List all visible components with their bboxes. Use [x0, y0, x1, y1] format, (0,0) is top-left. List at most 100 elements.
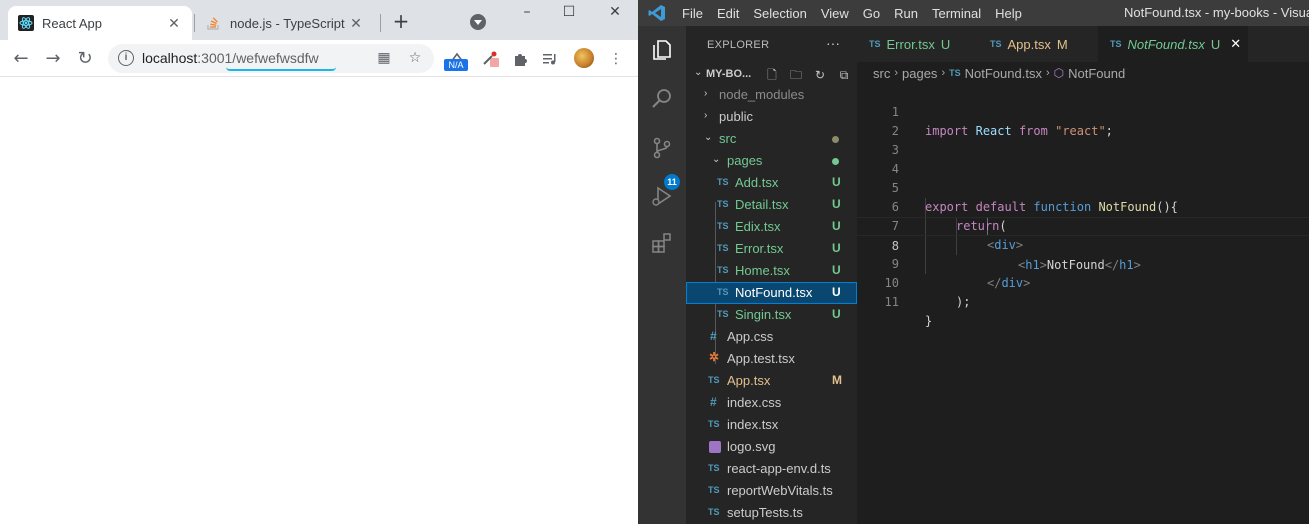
root-folder-name: MY-BO... — [706, 68, 752, 80]
tree-item-add[interactable]: TS Add.tsx U — [686, 172, 857, 194]
tree-item-setup-tests[interactable]: TS setupTests.ts — [686, 502, 857, 524]
media-queue-icon[interactable] — [539, 48, 561, 70]
tree-item-home[interactable]: TS Home.tsx U — [686, 260, 857, 282]
tree-item-report-web-vitals[interactable]: TS reportWebVitals.ts — [686, 480, 857, 502]
tab-search-icon[interactable] — [470, 14, 486, 30]
typescript-file-icon: TS — [717, 177, 729, 187]
qr-code-icon[interactable]: ▦ — [376, 50, 392, 66]
tree-item-index-tsx[interactable]: TS index.tsx — [686, 414, 857, 436]
code-line: 7 <div> — [857, 198, 1309, 252]
tree-item-app-test[interactable]: ✲ App.test.tsx — [686, 348, 857, 370]
chevron-down-icon: ⌄ — [704, 132, 713, 143]
explorer-actions: 🗋 🗀 ↻ ⧉ — [764, 67, 860, 83]
typescript-file-icon: TS — [717, 199, 729, 209]
code-line: 2 — [857, 103, 1309, 138]
tree-item-app-tsx[interactable]: TS App.tsx M — [686, 370, 857, 392]
collapse-all-icon[interactable]: ⧉ — [836, 67, 852, 83]
tree-item-label: Add.tsx — [735, 175, 779, 190]
menu-file[interactable]: File — [682, 6, 703, 21]
extensions-icon[interactable] — [650, 231, 674, 255]
tab-notfound-tsx[interactable]: TS NotFound.tsx U ✕ — [1098, 26, 1248, 62]
breadcrumb-src[interactable]: src — [873, 66, 890, 81]
tab-status: U — [1210, 36, 1221, 52]
address-url[interactable]: localhost:3001/wefwefwsdfw — [142, 50, 319, 66]
tree-item-label: App.tsx — [727, 373, 771, 388]
url-underline-annotation — [226, 67, 336, 71]
code-editor[interactable]: 1 import React from "react"; 2 3 4 5 exp… — [857, 84, 1309, 524]
new-folder-icon[interactable]: 🗀 — [788, 67, 804, 83]
refresh-icon[interactable]: ↻ — [812, 67, 828, 83]
info-icon[interactable]: i — [118, 50, 134, 66]
browser-tab-nodejs[interactable]: node.js - TypeScript S ✕ — [196, 6, 374, 40]
code-line: 10 ); — [857, 255, 1309, 309]
tree-item-public[interactable]: › public — [686, 106, 857, 128]
avatar[interactable] — [574, 48, 594, 68]
tree-item-index-css[interactable]: # index.css — [686, 392, 857, 414]
window-close-icon[interactable]: ✕ — [604, 4, 626, 20]
run-debug-icon[interactable] — [650, 184, 674, 208]
extensions-puzzle-icon[interactable] — [509, 48, 531, 70]
tab-status: U — [940, 36, 951, 52]
new-file-icon[interactable]: 🗋 — [764, 67, 780, 83]
tab-app-tsx[interactable]: TS App.tsx M — [978, 26, 1096, 62]
untracked-dot — [832, 158, 839, 165]
menu-view[interactable]: View — [821, 6, 849, 21]
tree-item-src[interactable]: ⌄ src — [686, 128, 857, 150]
menu-go[interactable]: Go — [863, 6, 880, 21]
close-icon[interactable]: ✕ — [348, 15, 364, 32]
git-status: M — [832, 373, 842, 387]
tree-item-logo-svg[interactable]: logo.svg — [686, 436, 857, 458]
reload-icon[interactable]: ↻ — [74, 48, 96, 70]
tree-item-singin[interactable]: TS Singin.tsx U — [686, 304, 857, 326]
back-arrow-icon[interactable]: ← — [10, 48, 32, 70]
menu-selection[interactable]: Selection — [753, 6, 806, 21]
tree-item-detail[interactable]: TS Detail.tsx U — [686, 194, 857, 216]
menu-run[interactable]: Run — [894, 6, 918, 21]
bookmark-star-icon[interactable]: ☆ — [407, 50, 423, 66]
browser-tab-title: node.js - TypeScript S — [230, 15, 348, 31]
activity-bar: 11 — [638, 26, 686, 524]
menu-bar: File Edit Selection View Go Run Terminal… — [682, 0, 1036, 26]
new-tab-plus-icon[interactable]: + — [390, 10, 412, 32]
breadcrumb-pages[interactable]: pages — [902, 66, 937, 81]
tree-item-error[interactable]: TS Error.tsx U — [686, 238, 857, 260]
close-icon[interactable]: ✕ — [166, 15, 182, 32]
menu-terminal[interactable]: Terminal — [932, 6, 981, 21]
browser-tab-title: React App — [42, 15, 102, 31]
tree-item-edix[interactable]: TS Edix.tsx U — [686, 216, 857, 238]
tree-item-pages[interactable]: ⌄ pages — [686, 150, 857, 172]
css-file-icon: # — [710, 329, 717, 343]
tab-error-tsx[interactable]: TS Error.tsx U — [857, 26, 975, 62]
menu-edit[interactable]: Edit — [717, 6, 739, 21]
tree-item-node-modules[interactable]: › node_modules — [686, 84, 857, 106]
page-content-blank — [0, 78, 638, 524]
typescript-file-icon: TS — [708, 507, 720, 517]
tree-item-label: public — [719, 109, 753, 124]
eyedropper-icon[interactable] — [480, 48, 502, 70]
git-status: U — [832, 285, 841, 299]
tree-item-app-css[interactable]: # App.css — [686, 326, 857, 348]
forward-arrow-icon[interactable]: → — [42, 48, 64, 70]
tree-item-react-app-env[interactable]: TS react-app-env.d.ts — [686, 458, 857, 480]
more-menu-icon[interactable]: ⋮ — [605, 48, 627, 70]
browser-tab-react-app[interactable]: React App ✕ — [8, 6, 192, 40]
explorer-root-folder[interactable]: ⌄ MY-BO... 🗋 🗀 ↻ ⧉ — [686, 64, 857, 86]
line-number: 11 — [884, 295, 899, 309]
tree-item-notfound[interactable]: TS NotFound.tsx U — [686, 282, 857, 304]
minimize-icon[interactable]: – — [516, 4, 538, 20]
breadcrumb-file[interactable]: NotFound.tsx — [965, 66, 1042, 81]
breadcrumb-symbol[interactable]: NotFound — [1068, 66, 1125, 81]
tab-divider — [194, 14, 195, 32]
typescript-file-icon: TS — [708, 375, 720, 385]
code-line: 9 </div> — [857, 236, 1309, 290]
menu-help[interactable]: Help — [995, 6, 1022, 21]
tree-item-label: Home.tsx — [735, 263, 790, 278]
tree-item-label: react-app-env.d.ts — [727, 461, 831, 476]
maximize-icon[interactable]: ☐ — [558, 4, 580, 20]
close-icon[interactable]: ✕ — [1230, 36, 1241, 52]
code-line-current: 8 <h1>NotFound</h1> — [857, 217, 1309, 272]
more-actions-icon[interactable]: ··· — [826, 35, 840, 51]
search-icon[interactable] — [650, 86, 674, 110]
source-control-icon[interactable] — [650, 136, 674, 160]
explorer-files-icon[interactable] — [650, 38, 674, 62]
